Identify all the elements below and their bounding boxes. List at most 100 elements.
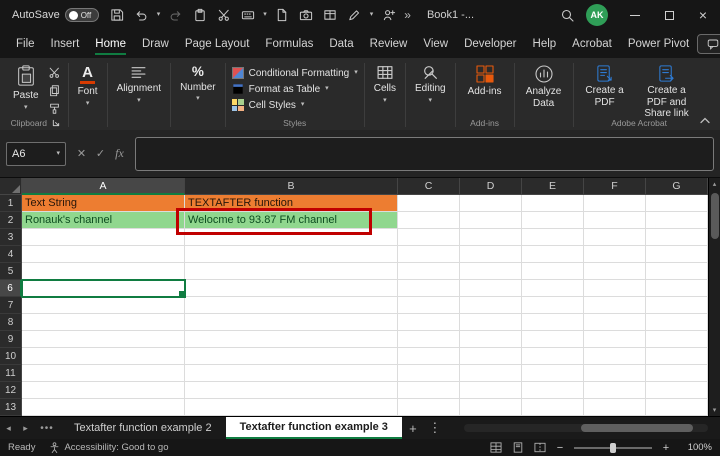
editing-button[interactable]: Editing ▾ [412, 62, 449, 107]
column-header-B[interactable]: B [185, 178, 398, 195]
cell-G10[interactable] [646, 348, 708, 365]
add-sheet-button[interactable]: + [402, 417, 424, 439]
cell-E3[interactable] [522, 229, 584, 246]
cell-B3[interactable] [185, 229, 398, 246]
maximize-button[interactable] [652, 0, 686, 30]
cell-B7[interactable] [185, 297, 398, 314]
cell-B13[interactable] [185, 399, 398, 416]
menu-tab-formulas[interactable]: Formulas [257, 32, 321, 56]
sheet-nav-right-icon[interactable]: ▸ [17, 417, 34, 439]
cell-F7[interactable] [584, 297, 646, 314]
cell-C3[interactable] [398, 229, 460, 246]
scroll-down-icon[interactable]: ▾ [713, 404, 717, 416]
cell-A5[interactable] [22, 263, 185, 280]
draw-pen-icon[interactable] [346, 6, 363, 24]
row-header-5[interactable]: 5 [0, 263, 22, 280]
cell-A8[interactable] [22, 314, 185, 331]
cell-F8[interactable] [584, 314, 646, 331]
cell-C11[interactable] [398, 365, 460, 382]
menu-tab-insert[interactable]: Insert [43, 32, 88, 56]
normal-view-button[interactable] [489, 442, 502, 454]
cell-C2[interactable] [398, 212, 460, 229]
vertical-scrollbar[interactable]: ▴ ▾ [708, 178, 720, 416]
minimize-button[interactable] [618, 0, 652, 30]
column-header-D[interactable]: D [460, 178, 522, 195]
row-header-4[interactable]: 4 [0, 246, 22, 263]
row-header-10[interactable]: 10 [0, 348, 22, 365]
copy-button[interactable] [47, 84, 62, 97]
zoom-slider[interactable] [574, 447, 652, 449]
menu-tab-page-layout[interactable]: Page Layout [177, 32, 258, 56]
cell-F12[interactable] [584, 382, 646, 399]
cell-D2[interactable] [460, 212, 522, 229]
cell-A3[interactable] [22, 229, 185, 246]
create-pdf-share-button[interactable]: Create a PDF and Share link [635, 62, 699, 122]
dialog-launcher-icon[interactable] [51, 118, 61, 128]
cell-C12[interactable] [398, 382, 460, 399]
cell-C4[interactable] [398, 246, 460, 263]
format-painter-button[interactable] [47, 102, 62, 115]
sheet-nav-left-icon[interactable]: ◂ [0, 417, 17, 439]
redo-button[interactable] [167, 6, 184, 24]
cell-C8[interactable] [398, 314, 460, 331]
add-user-icon[interactable] [380, 6, 397, 24]
cell-A13[interactable] [22, 399, 185, 416]
menu-tab-draw[interactable]: Draw [134, 32, 177, 56]
cell-A11[interactable] [22, 365, 185, 382]
cell-D13[interactable] [460, 399, 522, 416]
paste-button[interactable]: Paste ▾ [10, 62, 42, 114]
cell-B11[interactable] [185, 365, 398, 382]
chevron-down-icon[interactable]: ▾ [263, 12, 267, 18]
table-icon[interactable] [322, 6, 339, 24]
cell-A12[interactable] [22, 382, 185, 399]
menu-tab-home[interactable]: Home [87, 32, 134, 56]
cell-G1[interactable] [646, 195, 708, 212]
cell-G12[interactable] [646, 382, 708, 399]
horizontal-scrollbar[interactable] [464, 424, 708, 432]
cell-E4[interactable] [522, 246, 584, 263]
cell-E8[interactable] [522, 314, 584, 331]
cell-C9[interactable] [398, 331, 460, 348]
horizontal-scroll-thumb[interactable] [581, 424, 693, 432]
cancel-entry-icon[interactable]: ✕ [72, 147, 91, 160]
cut-icon[interactable] [215, 6, 232, 24]
row-header-3[interactable]: 3 [0, 229, 22, 246]
cell-G4[interactable] [646, 246, 708, 263]
cell-D10[interactable] [460, 348, 522, 365]
font-button[interactable]: A Font ▾ [75, 62, 101, 110]
cell-A9[interactable] [22, 331, 185, 348]
cell-E6[interactable] [522, 280, 584, 297]
search-icon[interactable] [559, 6, 576, 24]
cell-F1[interactable] [584, 195, 646, 212]
cells-button[interactable]: Cells ▾ [371, 62, 399, 107]
cell-G7[interactable] [646, 297, 708, 314]
zoom-slider-thumb[interactable] [610, 443, 616, 453]
cell-F10[interactable] [584, 348, 646, 365]
formula-input[interactable] [135, 137, 714, 171]
page-layout-view-button[interactable] [511, 442, 524, 454]
row-header-6[interactable]: 6 [0, 280, 22, 297]
cell-F5[interactable] [584, 263, 646, 280]
cell-B9[interactable] [185, 331, 398, 348]
cell-G13[interactable] [646, 399, 708, 416]
cell-G11[interactable] [646, 365, 708, 382]
accessibility-status[interactable]: Accessibility: Good to go [49, 442, 168, 453]
pen-dropdown-icon[interactable]: ▾ [370, 12, 374, 18]
cell-B5[interactable] [185, 263, 398, 280]
cell-F6[interactable] [584, 280, 646, 297]
menu-tab-file[interactable]: File [8, 32, 43, 56]
cell-E12[interactable] [522, 382, 584, 399]
cell-A1[interactable]: Text String [22, 195, 185, 212]
cell-G2[interactable] [646, 212, 708, 229]
cell-B2[interactable]: Welocme to 93.87 FM channel [185, 212, 398, 229]
cell-D12[interactable] [460, 382, 522, 399]
cell-F11[interactable] [584, 365, 646, 382]
menu-tab-acrobat[interactable]: Acrobat [564, 32, 620, 56]
cell-E7[interactable] [522, 297, 584, 314]
insert-function-button[interactable]: fx [110, 146, 129, 161]
cut-button[interactable] [47, 66, 62, 79]
cell-B10[interactable] [185, 348, 398, 365]
close-button[interactable]: × [686, 0, 720, 30]
cell-F9[interactable] [584, 331, 646, 348]
cell-D9[interactable] [460, 331, 522, 348]
